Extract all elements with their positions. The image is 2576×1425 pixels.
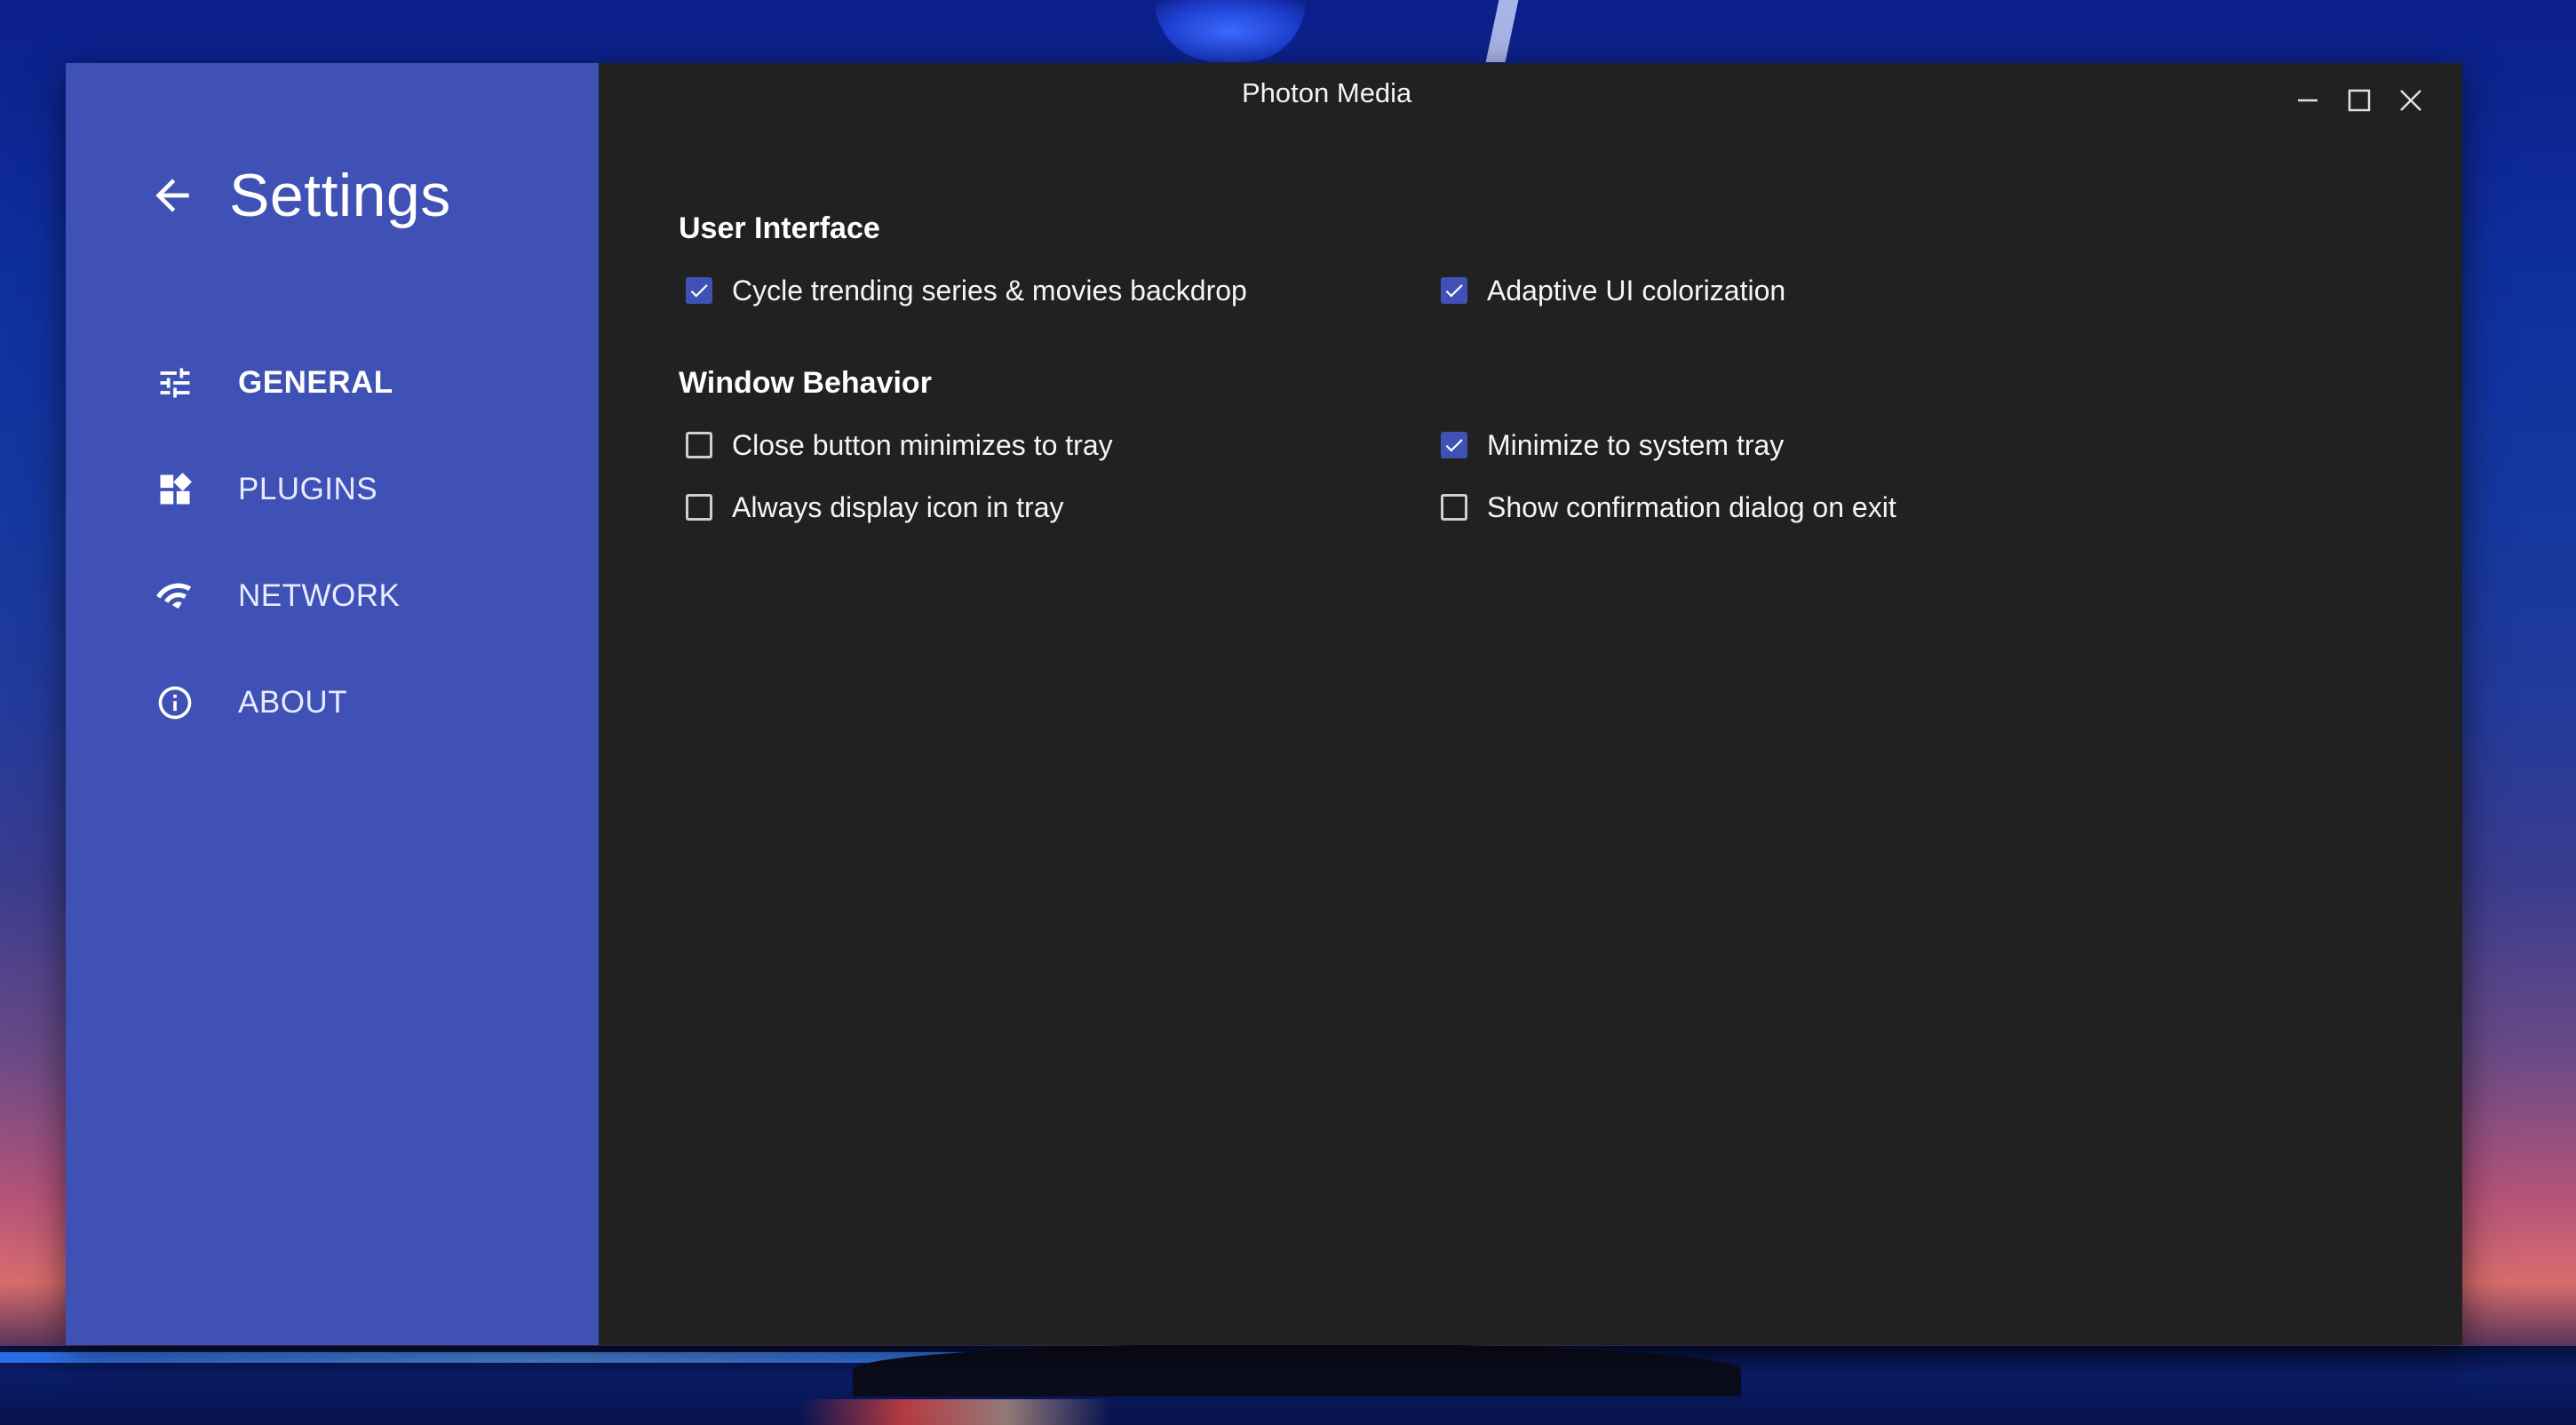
- sidebar-item-label: GENERAL: [238, 365, 394, 400]
- widgets-icon: [155, 469, 195, 510]
- section-title: Window Behavior: [679, 366, 932, 400]
- check-icon: [1445, 439, 1463, 452]
- checkbox[interactable]: [686, 277, 712, 304]
- sidebar-item-plugins[interactable]: PLUGINS: [155, 463, 400, 516]
- option-label: Adaptive UI colorization: [1487, 274, 1786, 306]
- check-icon: [1445, 284, 1463, 298]
- option-close-minimizes-tray[interactable]: Close button minimizes to tray: [686, 427, 1441, 463]
- option-cycle-backdrop[interactable]: Cycle trending series & movies backdrop: [686, 273, 1441, 308]
- sidebar: Settings GENERAL PLUGINS NETWORK ABOUT: [66, 63, 599, 1345]
- settings-sections: User Interface Cycle trending series & m…: [679, 211, 2366, 525]
- option-confirm-on-exit[interactable]: Show confirmation dialog on exit: [1441, 490, 2196, 525]
- checkbox[interactable]: [1441, 277, 1467, 304]
- sidebar-nav: GENERAL PLUGINS NETWORK ABOUT: [155, 356, 400, 783]
- check-icon: [690, 284, 708, 298]
- checkbox[interactable]: [686, 432, 712, 458]
- section-window-behavior: Window Behavior Close button minimizes t…: [679, 365, 2366, 525]
- option-label: Cycle trending series & movies backdrop: [732, 274, 1247, 306]
- sidebar-header: Settings: [146, 161, 451, 230]
- app-window: Settings GENERAL PLUGINS NETWORK ABOUT P…: [66, 63, 2462, 1345]
- close-icon: [2400, 90, 2421, 111]
- maximize-icon: [2348, 89, 2371, 112]
- sidebar-item-label: PLUGINS: [238, 472, 378, 506]
- option-label: Close button minimizes to tray: [732, 428, 1113, 461]
- option-label: Show confirmation dialog on exit: [1487, 490, 1896, 523]
- sidebar-item-label: ABOUT: [238, 685, 348, 720]
- options-grid: Cycle trending series & movies backdrop …: [686, 273, 2366, 308]
- section-user-interface: User Interface Cycle trending series & m…: [679, 211, 2366, 308]
- option-always-display-tray-icon[interactable]: Always display icon in tray: [686, 490, 1441, 525]
- wallpaper-spire: [1485, 0, 1519, 62]
- checkbox[interactable]: [686, 494, 712, 521]
- minimize-icon: [2298, 99, 2318, 102]
- maximize-button[interactable]: [2343, 84, 2375, 116]
- option-minimize-to-tray[interactable]: Minimize to system tray: [1441, 427, 2196, 463]
- wallpaper-island: [853, 1343, 1741, 1397]
- close-button[interactable]: [2395, 84, 2427, 116]
- wallpaper-reflection: [799, 1399, 1110, 1425]
- info-icon: [155, 682, 195, 723]
- checkbox[interactable]: [1441, 494, 1467, 521]
- minimize-button[interactable]: [2292, 84, 2324, 116]
- sidebar-item-network[interactable]: NETWORK: [155, 569, 400, 623]
- sidebar-item-general[interactable]: GENERAL: [155, 356, 400, 410]
- settings-content: Photon Media User Interface Cycle trendi…: [599, 63, 2462, 1345]
- wallpaper-tower-light: [1155, 0, 1306, 62]
- sidebar-item-label: NETWORK: [238, 578, 401, 613]
- back-arrow-icon[interactable]: [146, 169, 199, 222]
- checkbox[interactable]: [1441, 432, 1467, 458]
- settings-title: Settings: [229, 162, 451, 229]
- option-label: Always display icon in tray: [732, 490, 1064, 523]
- options-grid: Close button minimizes to tray Minimize …: [686, 427, 2366, 525]
- title-bar[interactable]: Photon Media: [599, 63, 2462, 125]
- tune-icon: [155, 362, 195, 403]
- wifi-icon: [155, 576, 195, 617]
- window-controls: [2292, 84, 2427, 116]
- option-adaptive-colorization[interactable]: Adaptive UI colorization: [1441, 273, 2196, 308]
- app-title: Photon Media: [1242, 77, 1412, 108]
- sidebar-item-about[interactable]: ABOUT: [155, 676, 400, 729]
- section-title: User Interface: [679, 211, 880, 245]
- option-label: Minimize to system tray: [1487, 428, 1785, 461]
